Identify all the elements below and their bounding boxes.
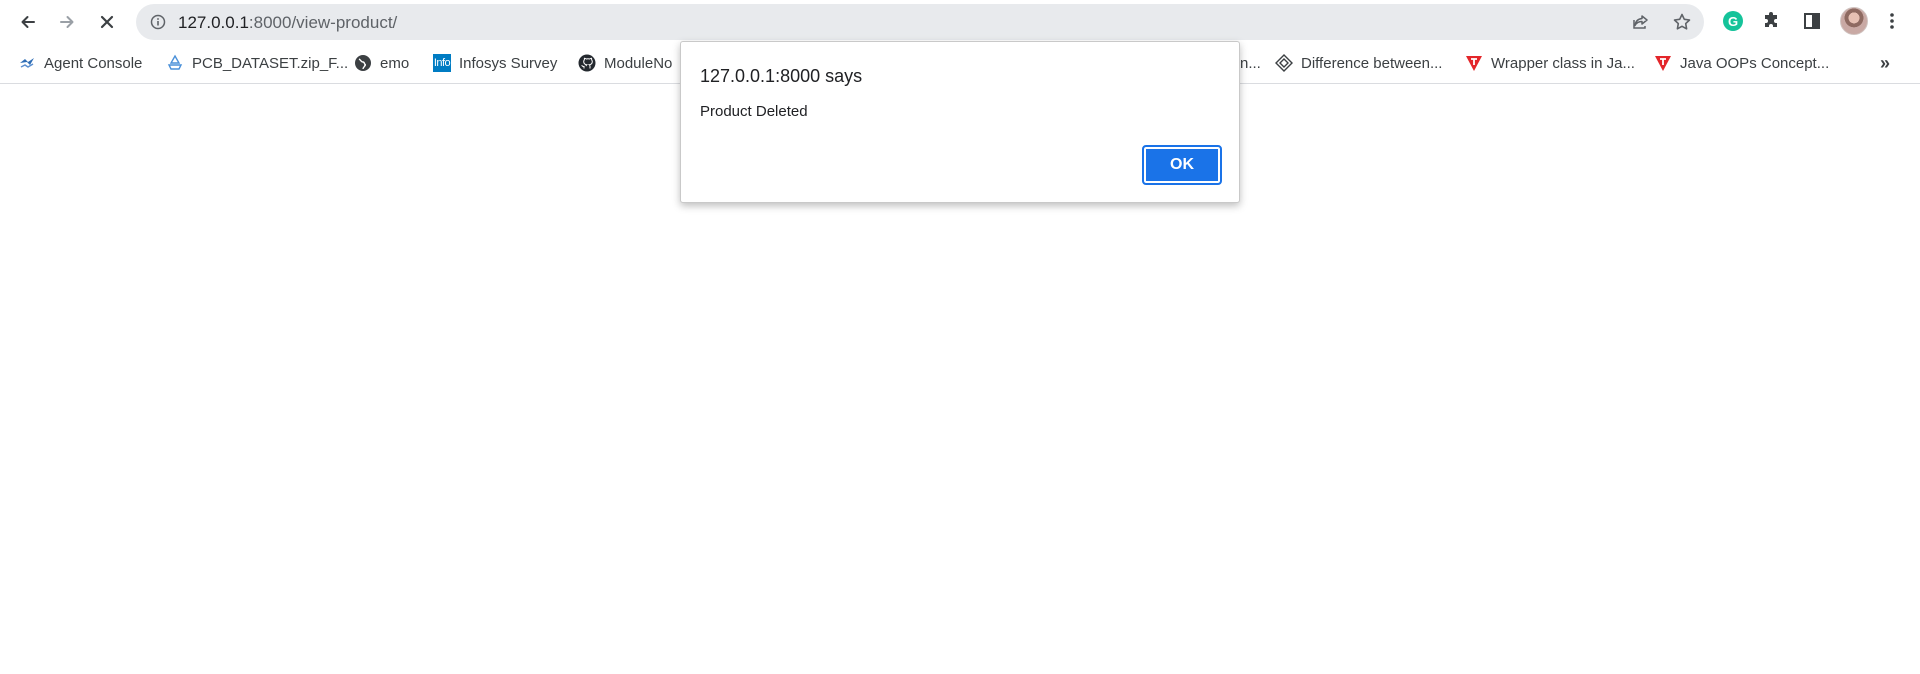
url-text[interactable]: 127.0.0.1:8000/view-product/	[178, 13, 397, 32]
bookmark-modulenotes[interactable]: ModuleNo	[578, 51, 672, 75]
stop-loading-icon	[100, 15, 114, 29]
url-host: 127.0.0.1	[178, 13, 249, 32]
browser-toolbar: 127.0.0.1:8000/view-product/ G	[0, 0, 1920, 43]
diamond-icon	[1275, 54, 1293, 72]
share-icon	[1633, 15, 1648, 29]
bookmark-star-button[interactable]	[1671, 11, 1693, 33]
puzzle-icon	[1765, 12, 1777, 27]
side-panel-icon	[1804, 13, 1820, 29]
info-icon[interactable]	[150, 14, 166, 30]
profile-avatar[interactable]	[1840, 7, 1868, 35]
bookmark-wrapper-class[interactable]: Wrapper class in Ja...	[1465, 51, 1635, 75]
agent-console-icon	[18, 54, 36, 72]
address-bar[interactable]: 127.0.0.1:8000/view-product/	[136, 4, 1704, 40]
globe-icon	[354, 54, 372, 72]
drive-icon	[166, 54, 184, 72]
dialog-message: Product Deleted	[700, 103, 808, 120]
forward-arrow-icon	[60, 16, 74, 28]
bookmark-label: Wrapper class in Ja...	[1491, 54, 1635, 72]
side-panel-button[interactable]	[1800, 9, 1824, 33]
bookmark-label: Infosys Survey	[459, 54, 558, 72]
forward-button[interactable]	[51, 6, 83, 38]
dialog-title: 127.0.0.1:8000 says	[700, 66, 863, 86]
browser-menu-button[interactable]	[1880, 9, 1904, 33]
bookmark-java-oops[interactable]: Java OOPs Concept...	[1654, 51, 1829, 75]
back-arrow-icon	[21, 16, 35, 28]
browser-window: 127.0.0.1:8000/view-product/ G Agent Con…	[0, 0, 1920, 674]
bookmark-label: Difference between...	[1301, 54, 1443, 72]
bookmark-emo[interactable]: emo	[354, 51, 409, 75]
star-icon	[1673, 13, 1691, 30]
tpoint-icon	[1465, 54, 1483, 72]
tpoint-icon	[1654, 54, 1672, 72]
bookmark-label: ModuleNo	[604, 54, 673, 72]
share-button[interactable]	[1630, 11, 1652, 33]
bookmark-pcb-dataset[interactable]: PCB_DATASET.zip_F...	[166, 51, 348, 75]
bookmark-agent-console[interactable]: Agent Console	[18, 51, 142, 75]
bookmarks-overflow-button[interactable]: »	[1880, 53, 1890, 74]
infosys-icon: Info	[433, 54, 451, 72]
bookmark-label: n...	[1240, 54, 1261, 72]
bookmark-hidden-truncated[interactable]: n...	[1240, 51, 1261, 75]
bookmark-label: emo	[380, 54, 410, 72]
bookmark-label: Agent Console	[44, 54, 143, 72]
stop-loading-button[interactable]	[91, 6, 123, 38]
github-icon	[578, 54, 596, 72]
grammarly-icon: G	[1723, 11, 1743, 31]
alert-dialog: 127.0.0.1:8000 says Product Deleted OK	[680, 41, 1240, 203]
bookmark-label: Java OOPs Concept...	[1680, 54, 1830, 72]
back-button[interactable]	[12, 6, 44, 38]
grammarly-extension-button[interactable]: G	[1721, 9, 1745, 33]
bookmark-label: PCB_DATASET.zip_F...	[192, 54, 349, 72]
ok-button[interactable]: OK	[1142, 145, 1222, 185]
url-path: :8000/view-product/	[248, 13, 398, 32]
extensions-button[interactable]	[1760, 9, 1784, 33]
kebab-menu-icon	[1890, 13, 1894, 29]
bookmark-difference-between[interactable]: Difference between...	[1275, 51, 1442, 75]
bookmark-infosys-survey[interactable]: Info Infosys Survey	[433, 51, 557, 75]
